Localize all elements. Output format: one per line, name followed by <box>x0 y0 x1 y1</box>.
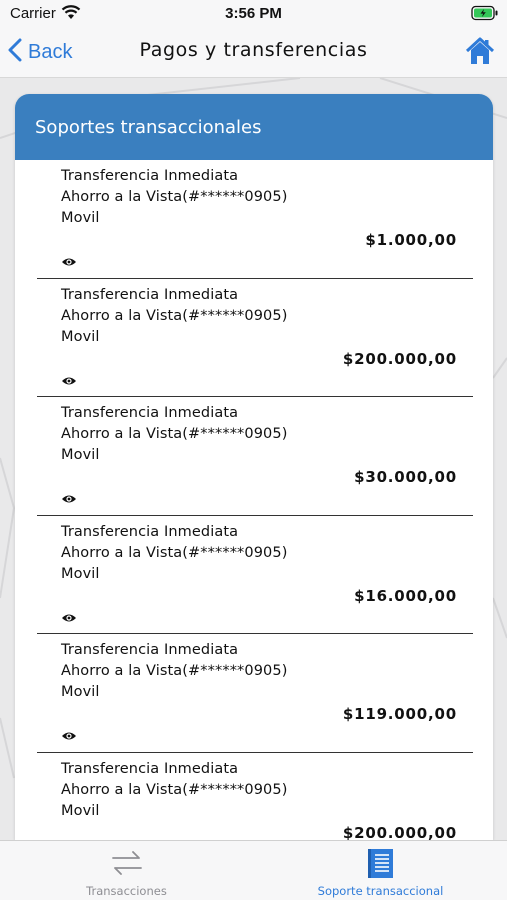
navigation-bar: Back Pagos y transferencias <box>0 28 507 78</box>
transaction-list: Transferencia Inmediata Ahorro a la Vist… <box>15 160 493 840</box>
transaction-amount: $200.000,00 <box>342 349 457 368</box>
transaction-type: Transferencia Inmediata <box>61 286 239 303</box>
transaction-account: Ahorro a la Vista(#******0905) <box>61 307 288 324</box>
list-item[interactable]: Transferencia Inmediata Ahorro a la Vist… <box>37 634 473 753</box>
transaction-amount: $119.000,00 <box>342 705 457 724</box>
transaction-type: Transferencia Inmediata <box>61 760 239 777</box>
battery-icon <box>471 5 499 25</box>
transaction-type: Transferencia Inmediata <box>61 405 239 422</box>
eye-icon[interactable] <box>61 371 77 390</box>
eye-icon[interactable] <box>61 608 77 627</box>
status-bar: Carrier 3:56 PM <box>0 0 507 28</box>
transaction-channel: Movil <box>61 210 100 226</box>
eye-icon[interactable] <box>61 252 77 271</box>
transaction-channel: Movil <box>61 447 100 464</box>
transaction-channel: Movil <box>61 802 100 819</box>
transaction-account: Ahorro a la Vista(#******0905) <box>61 426 288 443</box>
page-title: Pagos y transferencias <box>139 39 368 61</box>
tab-bar: Transacciones Soporte transaccional <box>0 840 507 900</box>
transaction-amount: $30.000,00 <box>354 468 457 487</box>
transaction-amount: $200.000,00 <box>342 823 457 840</box>
transaction-channel: Movil <box>61 684 100 701</box>
status-time: 3:56 PM <box>225 5 282 22</box>
transaction-type: Transferencia Inmediata <box>61 168 239 184</box>
tab-label: Transacciones <box>86 884 167 898</box>
list-item[interactable]: Transferencia Inmediata Ahorro a la Vist… <box>37 753 473 840</box>
transaction-amount: $16.000,00 <box>354 586 457 605</box>
transaction-account: Ahorro a la Vista(#******0905) <box>61 663 288 680</box>
list-item[interactable]: Transferencia Inmediata Ahorro a la Vist… <box>37 279 473 398</box>
transaction-type: Transferencia Inmediata <box>61 642 239 659</box>
transaction-channel: Movil <box>61 328 100 345</box>
list-item[interactable]: Transferencia Inmediata Ahorro a la Vist… <box>37 516 473 635</box>
tab-soporte-transaccional[interactable]: Soporte transaccional <box>254 841 507 900</box>
transaction-amount: $1.000,00 <box>365 231 457 249</box>
list-item[interactable]: Transferencia Inmediata Ahorro a la Vist… <box>37 160 473 279</box>
list-item[interactable]: Transferencia Inmediata Ahorro a la Vist… <box>37 397 473 516</box>
eye-icon[interactable] <box>61 726 77 745</box>
transaction-account: Ahorro a la Vista(#******0905) <box>61 544 288 561</box>
transaction-account: Ahorro a la Vista(#******0905) <box>61 781 288 798</box>
document-icon <box>367 848 395 884</box>
transaction-support-card: Soportes transaccionales Transferencia I… <box>15 94 493 840</box>
tab-transacciones[interactable]: Transacciones <box>0 841 253 900</box>
transaction-type: Transferencia Inmediata <box>61 523 239 540</box>
eye-icon[interactable] <box>61 489 77 508</box>
tab-label: Soporte transaccional <box>317 884 444 898</box>
transaction-account: Ahorro a la Vista(#******0905) <box>61 189 288 205</box>
transfer-arrows-icon <box>109 848 145 882</box>
card-title: Soportes transaccionales <box>15 94 493 160</box>
home-icon[interactable] <box>465 36 495 70</box>
transaction-channel: Movil <box>61 565 100 582</box>
